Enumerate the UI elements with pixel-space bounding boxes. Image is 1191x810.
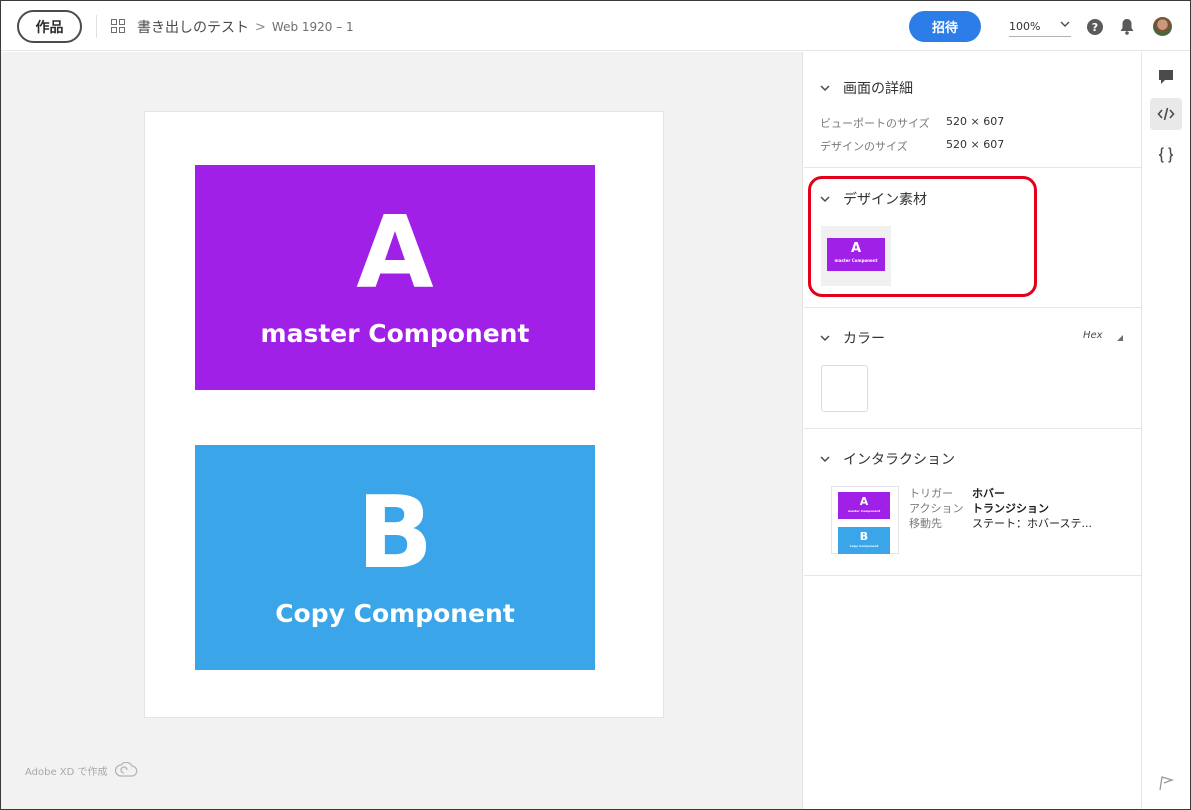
flag-icon[interactable] xyxy=(1158,775,1174,791)
component-b-label: Copy Component xyxy=(275,599,515,628)
viewport-size-row: ビューポートのサイズ 520 × 607 xyxy=(820,115,1004,131)
code-button[interactable] xyxy=(1150,98,1182,130)
design-size-row: デザインのサイズ 520 × 607 xyxy=(820,138,1004,154)
action-value: トランジション xyxy=(972,502,1049,515)
interaction-thumbnail[interactable]: A master Component B Copy Component xyxy=(831,486,899,554)
help-icon[interactable]: ? xyxy=(1087,19,1103,35)
asset-thumbnail-preview: A master Component xyxy=(827,238,885,271)
interaction-thumb-b-letter: B xyxy=(859,530,869,543)
svg-text:?: ? xyxy=(1092,21,1098,34)
made-with-xd-note: Adobe XD で作成 xyxy=(25,762,138,778)
component-a-letter: A xyxy=(356,194,434,311)
trigger-row: トリガー ホバー xyxy=(909,486,1092,501)
header-divider xyxy=(96,15,97,38)
trigger-label: トリガー xyxy=(909,487,953,500)
braces-icon xyxy=(1158,147,1174,163)
trigger-value: ホバー xyxy=(972,487,1005,500)
interaction-thumb-a-letter: A xyxy=(859,495,869,508)
right-toolbar xyxy=(1141,52,1190,809)
asset-thumbnail-label: master Component xyxy=(834,258,878,263)
creative-cloud-icon xyxy=(114,762,137,777)
destination-value: ステート：ホバーステ... xyxy=(972,517,1092,530)
code-icon xyxy=(1157,107,1175,121)
viewport-size-value: 520 × 607 xyxy=(946,115,1005,128)
interactions-header[interactable]: インタラクション xyxy=(820,449,955,469)
asset-thumbnail[interactable]: A master Component xyxy=(821,226,891,286)
screen-details-header[interactable]: 画面の詳細 xyxy=(820,78,913,98)
asset-thumbnail-letter: A xyxy=(850,241,862,256)
interaction-thumb-a: A master Component xyxy=(838,492,890,519)
breadcrumb: 書き出しのテスト > Web 1920 – 1 xyxy=(137,17,354,37)
grid-icon[interactable] xyxy=(111,19,125,33)
chevron-down-icon xyxy=(820,335,830,342)
color-swatch[interactable] xyxy=(821,365,868,412)
avatar[interactable] xyxy=(1153,17,1172,36)
interactions-title: インタラクション xyxy=(843,452,955,468)
interaction-thumb-a-label: master Component xyxy=(847,509,881,513)
color-format-select[interactable]: Hex xyxy=(1083,330,1103,341)
inspect-panel: 画面の詳細 ビューポートのサイズ 520 × 607 デザインのサイズ 520 … xyxy=(804,52,1141,809)
comment-icon xyxy=(1159,70,1173,84)
invite-button[interactable]: 招待 xyxy=(909,11,981,42)
chevron-down-icon xyxy=(820,196,830,203)
design-size-value: 520 × 607 xyxy=(946,138,1005,151)
component-b[interactable]: B Copy Component xyxy=(195,445,595,670)
component-a-label: master Component xyxy=(260,319,530,348)
breadcrumb-project[interactable]: 書き出しのテスト xyxy=(137,17,249,37)
component-b-letter: B xyxy=(356,474,434,591)
design-canvas: A master Component B Copy Component Adob… xyxy=(1,52,803,809)
works-button[interactable]: 作品 xyxy=(17,10,82,43)
action-label: アクション xyxy=(909,502,964,515)
design-assets-title: デザイン素材 xyxy=(843,192,927,208)
bell-icon[interactable] xyxy=(1119,18,1135,35)
chevron-down-icon xyxy=(1060,21,1070,27)
interaction-details: トリガー ホバー アクション トランジション 移動先 ステート：ホバーステ... xyxy=(909,486,1092,531)
interaction-thumb-b: B Copy Component xyxy=(838,527,890,554)
interaction-thumb-b-label: Copy Component xyxy=(849,544,879,548)
colors-title: カラー xyxy=(843,331,885,347)
breadcrumb-separator: > xyxy=(255,19,266,35)
made-with-xd-text: Adobe XD で作成 xyxy=(25,766,108,778)
breadcrumb-artboard[interactable]: Web 1920 – 1 xyxy=(272,20,354,34)
viewport-size-label: ビューポートのサイズ xyxy=(820,117,930,130)
component-a[interactable]: A master Component xyxy=(195,165,595,390)
chevron-down-icon xyxy=(820,85,830,92)
chevron-down-icon xyxy=(820,456,830,463)
variables-button[interactable] xyxy=(1150,139,1182,171)
dropdown-arrow-icon[interactable] xyxy=(1117,335,1123,341)
colors-header[interactable]: カラー xyxy=(820,328,885,348)
design-size-label: デザインのサイズ xyxy=(820,140,908,153)
destination-label: 移動先 xyxy=(909,517,942,530)
zoom-value: 100% xyxy=(1009,20,1041,33)
action-row: アクション トランジション xyxy=(909,501,1092,516)
artboard: A master Component B Copy Component xyxy=(144,111,664,718)
app-header: 作品 書き出しのテスト > Web 1920 – 1 招待 100% ? xyxy=(1,1,1190,51)
destination-row: 移動先 ステート：ホバーステ... xyxy=(909,516,1092,531)
zoom-select[interactable]: 100% xyxy=(1009,20,1071,37)
screen-details-title: 画面の詳細 xyxy=(843,81,913,97)
comments-button[interactable] xyxy=(1150,61,1182,93)
screen-details-section: 画面の詳細 ビューポートのサイズ 520 × 607 デザインのサイズ 520 … xyxy=(804,52,1141,168)
design-assets-header[interactable]: デザイン素材 xyxy=(820,189,927,209)
